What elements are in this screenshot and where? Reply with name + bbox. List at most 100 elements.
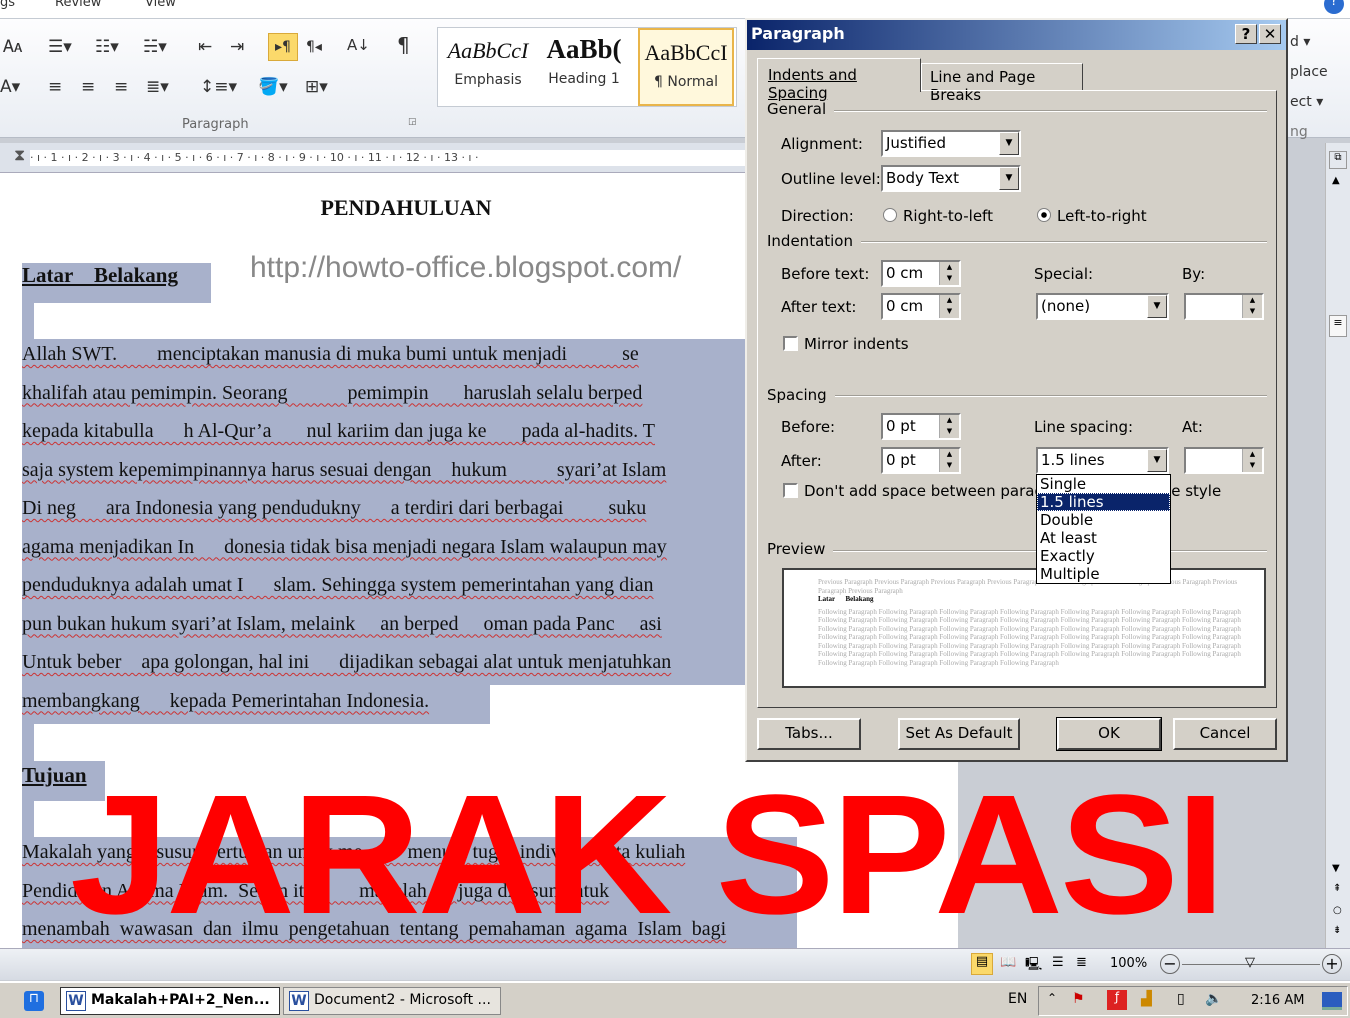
clock[interactable]: 2:16 AM xyxy=(1251,993,1304,1008)
alignment-select[interactable]: Justified ▼ xyxy=(881,130,1021,157)
select-button[interactable]: ect ▾ xyxy=(1290,87,1328,117)
full-screen-reading-icon[interactable]: 📖 xyxy=(1000,955,1016,970)
zoom-in-icon[interactable]: + xyxy=(1322,954,1342,974)
style-normal[interactable]: AaBbCcI ¶ Normal xyxy=(638,28,734,106)
show-formatting-icon[interactable]: ¶ xyxy=(397,35,410,55)
tab-settings[interactable]: gs xyxy=(0,0,15,10)
view-ruler-icon[interactable]: ⧉ xyxy=(1329,151,1347,169)
mirror-indents-checkbox[interactable] xyxy=(783,336,798,351)
zoom-slider-thumb[interactable]: ▽ xyxy=(1245,955,1255,970)
chevron-down-icon[interactable]: ▼ xyxy=(999,132,1019,155)
zoom-out-icon[interactable]: − xyxy=(1160,954,1180,974)
spinner-icon[interactable]: ▲ ▼ xyxy=(1242,295,1262,318)
rtl-direction-icon[interactable]: ¶◂ xyxy=(306,37,322,57)
rtl-radio[interactable] xyxy=(883,208,897,222)
horizontal-ruler[interactable]: ⧗ · ı · 1 · ı · 2 · ı · 3 · ı · 4 · ı · … xyxy=(0,143,745,173)
line-spacing-icon[interactable]: ↕≡▾ xyxy=(200,77,237,97)
network-icon[interactable]: ▟ xyxy=(1141,991,1152,1007)
sort-icon[interactable]: A↓ xyxy=(347,35,370,55)
line-spacing-option[interactable]: At least xyxy=(1037,529,1170,547)
tab-review[interactable]: Review xyxy=(55,0,101,10)
chevron-down-icon[interactable]: ▼ xyxy=(1147,295,1167,318)
outline-view-icon[interactable]: ☰ xyxy=(1052,955,1064,970)
spinner-icon[interactable]: ▲ ▼ xyxy=(939,262,959,285)
mirror-indents-label[interactable]: Mirror indents xyxy=(804,335,909,353)
scroll-thumb[interactable]: ≡ xyxy=(1329,315,1347,337)
line-spacing-select[interactable]: 1.5 lines ▼ xyxy=(1036,447,1169,474)
align-left-icon[interactable]: ≡ xyxy=(48,77,62,97)
battery-icon[interactable]: ▯ xyxy=(1177,991,1185,1007)
justify-icon[interactable]: ≣▾ xyxy=(146,77,169,97)
spinner-icon[interactable]: ▲ ▼ xyxy=(939,295,959,318)
spelling-icon[interactable]: 🗛 xyxy=(3,37,22,57)
chevron-down-icon[interactable]: ▼ xyxy=(1147,449,1167,472)
web-layout-icon[interactable]: 🖳 xyxy=(1025,955,1042,977)
align-right-icon[interactable]: ≡ xyxy=(114,77,128,97)
line-spacing-option[interactable]: Double xyxy=(1037,511,1170,529)
style-emphasis[interactable]: AaBbCcI Emphasis xyxy=(440,28,536,106)
line-spacing-option[interactable]: Multiple xyxy=(1037,565,1170,583)
taskbar-item-makalah[interactable]: W Makalah+PAI+2_Nen... xyxy=(60,987,280,1015)
previous-page-icon[interactable]: ⇞ xyxy=(1333,883,1341,894)
help-icon[interactable]: ? xyxy=(1324,0,1344,14)
draft-view-icon[interactable]: ≣ xyxy=(1076,955,1087,970)
dont-add-space-checkbox[interactable] xyxy=(783,483,798,498)
line-spacing-option[interactable]: 1.5 lines xyxy=(1037,493,1170,511)
shading-icon[interactable]: 🪣▾ xyxy=(258,77,288,97)
volume-icon[interactable]: 🔈 xyxy=(1205,991,1222,1007)
ltr-direction-icon[interactable]: ▸¶ xyxy=(268,33,298,61)
replace-button[interactable]: place xyxy=(1290,57,1328,87)
flash-icon[interactable]: ƒ xyxy=(1107,990,1127,1010)
tab-indents-and-spacing[interactable]: Indents and Spacing xyxy=(757,58,921,102)
multilevel-list-icon[interactable]: ☵▾ xyxy=(143,37,167,57)
rtl-label[interactable]: Right-to-left xyxy=(903,207,993,225)
start-icon[interactable]: ⊓ xyxy=(24,991,44,1011)
ok-button[interactable]: OK xyxy=(1056,717,1162,751)
chevron-down-icon[interactable]: ▼ xyxy=(999,167,1019,190)
at-input[interactable]: ▲ ▼ xyxy=(1184,447,1264,474)
align-center-icon[interactable]: ≡ xyxy=(81,77,95,97)
increase-indent-icon[interactable]: ⇥ xyxy=(230,37,244,57)
tab-view[interactable]: View xyxy=(145,0,176,10)
bullets-icon[interactable]: ☰▾ xyxy=(48,37,72,57)
spinner-icon[interactable]: ▲ ▼ xyxy=(939,449,959,472)
before-text-input[interactable]: 0 cm ▲ ▼ xyxy=(881,260,961,287)
spacing-before-input[interactable]: 0 pt ▲ ▼ xyxy=(881,413,961,440)
spinner-icon[interactable]: ▲ ▼ xyxy=(939,415,959,438)
line-spacing-option[interactable]: Exactly xyxy=(1037,547,1170,565)
decrease-indent-icon[interactable]: ⇤ xyxy=(198,37,212,57)
close-button[interactable]: ✕ xyxy=(1259,24,1281,44)
language-indicator[interactable]: EN xyxy=(1008,991,1027,1007)
tabs-button[interactable]: Tabs... xyxy=(757,718,861,750)
next-page-icon[interactable]: ⇟ xyxy=(1333,925,1341,936)
find-button[interactable]: d ▾ xyxy=(1290,27,1328,57)
after-text-input[interactable]: 0 cm ▲ ▼ xyxy=(881,293,961,320)
paragraph-dialog-launcher-icon[interactable]: ◲ xyxy=(408,117,417,127)
spacing-after-input[interactable]: 0 pt ▲ ▼ xyxy=(881,447,961,474)
show-hidden-icons-icon[interactable]: ⌃ xyxy=(1047,991,1057,1005)
browse-object-icon[interactable]: ○ xyxy=(1333,905,1342,916)
vertical-scrollbar[interactable]: ⧉ ▲ ≡ ▼ ⇞ ○ ⇟ xyxy=(1325,143,1350,948)
borders-icon[interactable]: ⊞▾ xyxy=(305,77,328,97)
spinner-icon[interactable]: ▲ ▼ xyxy=(1242,449,1262,472)
show-desktop-icon[interactable] xyxy=(1322,992,1342,1010)
scroll-up-icon[interactable]: ▲ xyxy=(1332,175,1340,186)
ltr-radio[interactable] xyxy=(1037,208,1051,222)
outline-level-select[interactable]: Body Text ▼ xyxy=(881,165,1021,192)
numbering-icon[interactable]: ☷▾ xyxy=(95,37,119,57)
by-input[interactable]: ▲ ▼ xyxy=(1184,293,1264,320)
taskbar-item-document2[interactable]: W Document2 - Microsoft ... xyxy=(283,987,501,1015)
set-as-default-button[interactable]: Set As Default xyxy=(898,718,1020,750)
special-select[interactable]: (none) ▼ xyxy=(1036,293,1169,320)
indent-marker-icon[interactable]: ⧗ xyxy=(14,145,25,165)
cancel-button[interactable]: Cancel xyxy=(1173,718,1277,750)
zoom-level[interactable]: 100% xyxy=(1110,956,1147,971)
ltr-label[interactable]: Left-to-right xyxy=(1057,207,1147,225)
security-alert-icon[interactable]: ⚑ xyxy=(1072,991,1085,1007)
font-color-icon[interactable]: A▾ xyxy=(0,77,20,97)
minimize-ribbon-icon[interactable]: ⌃ xyxy=(1300,0,1311,10)
help-button[interactable]: ? xyxy=(1235,24,1257,44)
tab-line-and-page-breaks[interactable]: Line and Page Breaks xyxy=(921,63,1083,104)
line-spacing-option[interactable]: Single xyxy=(1037,475,1170,493)
print-layout-icon[interactable]: ▤ xyxy=(971,953,993,975)
